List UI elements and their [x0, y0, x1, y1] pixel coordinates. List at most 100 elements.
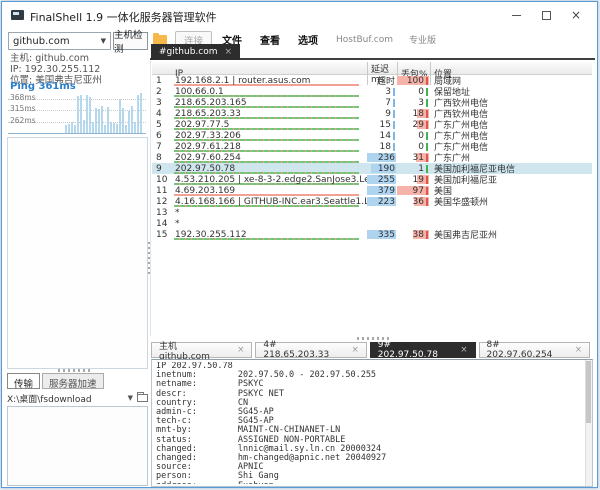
tab-transfer[interactable]: 传输 — [7, 373, 41, 390]
minimize-button[interactable] — [501, 2, 531, 28]
row-loss: 0 — [397, 86, 430, 97]
app-window: FinalShell 1.9 一体化服务器管理软件 × github.com ▼… — [1, 1, 598, 488]
transfer-file-list[interactable] — [7, 406, 148, 486]
row-latency: 14 — [367, 130, 397, 141]
host-combobox-value: github.com — [13, 35, 70, 47]
app-icon — [11, 10, 24, 20]
close-icon[interactable]: × — [352, 345, 359, 355]
row-ip: 202.97.33.206 — [172, 130, 367, 141]
row-location: 美国加利福尼亚 — [434, 176, 498, 185]
open-folder-icon[interactable] — [137, 392, 148, 402]
row-ip: * — [175, 207, 180, 218]
row-ip: 218.65.203.165 — [172, 97, 367, 108]
table-row[interactable]: 11 4.69.203.169 379 97 美国 — [152, 185, 592, 196]
row-location: 保留地址 — [434, 88, 471, 97]
table-row[interactable]: 13 * — [152, 207, 592, 218]
table-row[interactable]: 1 192.168.2.1 | router.asus.com 超时 100 局域网 — [152, 75, 592, 86]
result-tab-label: 9# 202.97.50.78 — [377, 340, 438, 360]
row-ip: 218.65.203.33 — [172, 108, 367, 119]
row-num: 11 — [156, 185, 168, 196]
close-icon: × — [570, 8, 582, 22]
row-latency: 超时 — [376, 77, 395, 86]
result-tab-label: 8# 202.97.60.254 — [486, 340, 553, 360]
close-icon[interactable]: × — [225, 47, 233, 57]
left-splitter-handle[interactable] — [58, 369, 92, 372]
session-tabbar: #github.com × — [150, 44, 595, 60]
connections-folder-icon[interactable] — [153, 32, 167, 45]
table-row[interactable]: 2 100.66.0.1 3 0 保留地址 — [152, 86, 592, 97]
row-location: 广东广州电信 — [434, 132, 489, 141]
hostbuf-link[interactable]: HostBuf.com — [336, 35, 393, 45]
host-info-host: 主机: github.com — [10, 53, 89, 64]
row-loss: 97 — [397, 185, 430, 196]
table-row[interactable]: 3 218.65.203.165 7 3 广西钦州电信 — [152, 97, 592, 108]
row-loss: 3 — [397, 97, 430, 108]
result-tab[interactable]: 9# 202.97.50.78 × — [369, 340, 476, 360]
row-ip: 202.97.50.78 — [172, 163, 367, 174]
row-loss: 36 — [397, 196, 430, 207]
minimize-icon — [511, 14, 521, 16]
maximize-button[interactable] — [531, 2, 561, 28]
tab-server-accel[interactable]: 服务器加速 — [42, 373, 104, 390]
row-num: 2 — [156, 86, 162, 97]
row-location: 美国加利福尼亚电信 — [434, 165, 516, 174]
whois-scrollbar-thumb[interactable] — [586, 361, 591, 423]
row-ip: 202.97.60.254 — [172, 152, 367, 163]
table-row[interactable]: 14 * — [152, 218, 592, 229]
whois-scrollbar[interactable] — [585, 360, 592, 486]
download-path-row[interactable]: X:\桌面\fsdownload ▼ — [7, 391, 148, 405]
row-latency — [367, 207, 397, 218]
close-icon[interactable]: × — [237, 345, 244, 355]
result-tab[interactable]: 主机 github.com × — [151, 342, 253, 362]
row-num: 6 — [156, 130, 162, 141]
result-tabbar: 主机 github.com × 4# 218.65.203.33 × 9# 202.97… — [151, 340, 593, 362]
row-loss: 0 — [397, 141, 430, 152]
row-num: 13 — [156, 207, 168, 218]
row-loss: 18 — [397, 108, 430, 119]
row-latency: 3 — [367, 86, 397, 97]
row-loss: 100 — [397, 75, 430, 86]
session-tab-label: #github.com — [159, 47, 218, 57]
row-latency: 7 — [367, 97, 397, 108]
row-ip: 202.97.61.218 — [172, 141, 367, 152]
row-num: 9 — [156, 163, 162, 174]
row-ip: 202.97.77.5 — [172, 119, 367, 130]
table-row[interactable]: 5 202.97.77.5 15 29 广东广州电信 — [152, 119, 592, 130]
table-row[interactable]: 12 4.16.168.166 | GITHUB-INC.ear3.Seattle… — [152, 196, 592, 207]
row-latency: 15 — [367, 119, 397, 130]
row-location: 广西钦州电信 — [434, 99, 489, 108]
result-tab[interactable]: 4# 218.65.203.33 × — [255, 340, 367, 360]
close-button[interactable]: × — [561, 2, 591, 28]
trace-table-header[interactable]: IP 延迟ms 丢包% 位置 — [152, 62, 592, 85]
table-row[interactable]: 15 192.30.255.112 335 38 美国弗吉尼亚州 — [152, 229, 592, 240]
host-combobox[interactable]: github.com ▼ — [8, 32, 111, 50]
row-ip: 192.30.255.112 — [172, 229, 367, 240]
row-num: 1 — [156, 75, 162, 86]
download-path: X:\桌面\fsdownload — [7, 394, 92, 405]
table-row[interactable]: 9 202.97.50.78 190 1 美国加利福尼亚电信 — [152, 163, 592, 174]
session-tab-github[interactable]: #github.com × — [151, 44, 241, 60]
table-row[interactable]: 6 202.97.33.206 14 0 广东广州电信 — [152, 130, 592, 141]
row-ip: * — [175, 218, 180, 229]
row-num: 14 — [156, 218, 168, 229]
left-empty-panel — [7, 137, 148, 369]
row-location — [430, 218, 592, 229]
table-row[interactable]: 4 218.65.203.33 9 18 广西钦州电信 — [152, 108, 592, 119]
row-num: 12 — [156, 196, 168, 207]
close-icon[interactable]: × — [460, 345, 467, 355]
row-ip: 4.53.210.205 | xe-8-3-2.edge2.SanJose3.L… — [174, 174, 367, 185]
table-row[interactable]: 7 202.97.61.218 18 0 广东广州电信 — [152, 141, 592, 152]
chart-ytick: 262ms — [10, 116, 36, 125]
row-latency: 236 — [367, 152, 397, 163]
row-location: 局域网 — [434, 77, 462, 86]
table-row[interactable]: 8 202.97.60.254 236 31 广东广州 — [152, 152, 592, 163]
host-check-button[interactable]: 主机检测 — [113, 30, 148, 55]
row-loss: 1 — [397, 163, 430, 174]
close-icon[interactable]: × — [575, 345, 582, 355]
row-location: 广东广州电信 — [434, 121, 489, 130]
table-row[interactable]: 10 4.53.210.205 | xe-8-3-2.edge2.SanJose3… — [152, 174, 592, 185]
result-tab[interactable]: 8# 202.97.60.254 × — [478, 340, 590, 360]
chevron-down-icon[interactable]: ▼ — [128, 394, 133, 402]
window-title: FinalShell 1.9 一体化服务器管理软件 — [30, 11, 217, 24]
trace-table-body: 1 192.168.2.1 | router.asus.com 超时 100 局域网 2 1… — [152, 75, 592, 240]
